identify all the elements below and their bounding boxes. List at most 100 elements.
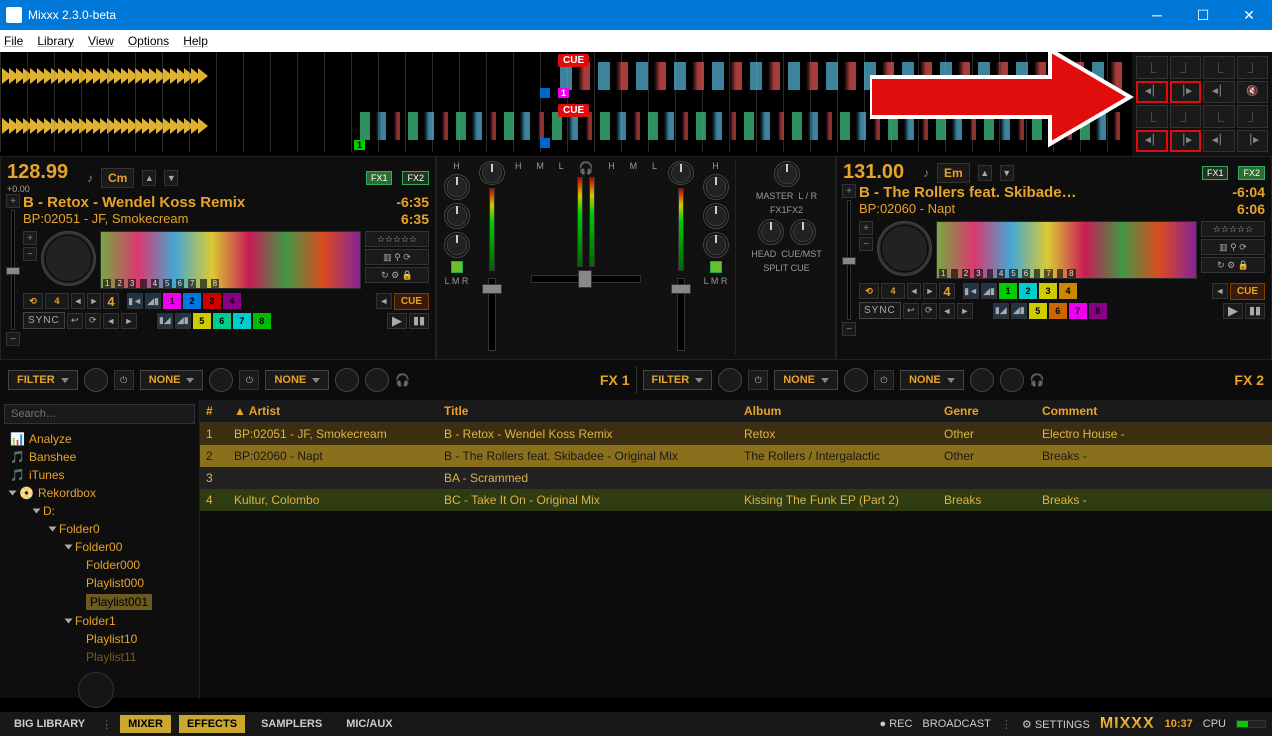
beatjump-btn[interactable]: ⎿ [1203, 56, 1235, 79]
deck-b-bpm[interactable]: 131.00 [843, 161, 915, 184]
gain-2[interactable] [668, 161, 694, 185]
loop-double[interactable]: ► [923, 283, 937, 299]
key-down[interactable]: ▼ [164, 170, 178, 186]
deck-b-key[interactable]: Em [937, 163, 970, 183]
hotcue-3[interactable]: 3 [1039, 283, 1057, 299]
keylock-icon[interactable]: ↻ ⚙ 🔒 [1201, 257, 1265, 273]
broadcast-button[interactable]: BROADCAST [922, 718, 990, 730]
master-gain[interactable] [774, 161, 800, 187]
beatjump-btn[interactable]: ⎿ [1203, 105, 1235, 128]
tree-banshee[interactable]: 🎵 Banshee [6, 448, 193, 466]
deck-b-fx1-assign[interactable]: FX1 [1202, 166, 1229, 180]
hotcue-2[interactable]: 2 [183, 293, 201, 309]
outro-end[interactable]: ◢▮ [1011, 303, 1027, 319]
menu-help[interactable]: Help [183, 34, 208, 48]
library-tree[interactable]: 📊 Analyze 🎵 Banshee 🎵 iTunes 📀 Rekordbox… [0, 428, 199, 668]
star-rating[interactable]: ☆☆☆☆☆ [1201, 221, 1265, 237]
loop-exit[interactable]: ↩ [67, 313, 83, 329]
hotcue-8[interactable]: 8 [253, 313, 271, 329]
hotcue-marker-a1[interactable]: 1 [558, 88, 569, 98]
deck-b-sync-button[interactable]: SYNC [859, 302, 901, 319]
key-up[interactable]: ▲ [142, 170, 156, 186]
beatjump-btn[interactable]: ⏌ [1237, 56, 1269, 79]
fx2-meta-1[interactable] [844, 368, 868, 392]
fx2-enable-1[interactable]: ⏻ [874, 370, 894, 390]
hotcue-7[interactable]: 7 [233, 313, 251, 329]
window-minimize-button[interactable]: ─ [1134, 0, 1180, 30]
deck-b-pause-button[interactable]: ▮▮ [1245, 303, 1265, 319]
intro-start[interactable]: ▮◄ [127, 293, 143, 309]
deck-b-cue-button[interactable]: CUE [1230, 283, 1265, 300]
pitch-up[interactable]: + [6, 194, 20, 208]
deck-a-pitch[interactable]: + − [7, 194, 19, 346]
deck-a-jog[interactable] [41, 231, 96, 286]
intro-start[interactable]: ▮◄ [963, 283, 979, 299]
mute-icon[interactable]: 🔇 [1237, 81, 1269, 104]
tree-folder1[interactable]: Folder1 [6, 612, 193, 630]
beatjump-btn[interactable]: ⏌ [1237, 105, 1269, 128]
eq-high-1[interactable] [444, 174, 470, 200]
hotcue-3[interactable]: 3 [203, 293, 221, 309]
seek-back[interactable]: ◄ [376, 293, 392, 309]
search-input[interactable] [4, 404, 195, 424]
tree-folder00[interactable]: Folder00 [6, 538, 193, 556]
table-row[interactable]: 2BP:02060 - NaptB - The Rollers feat. Sk… [200, 445, 1272, 467]
mixer-toggle[interactable]: MIXER [120, 715, 171, 733]
fx1-quick-effect[interactable]: FILTER [8, 370, 78, 390]
tree-folder000[interactable]: Folder000 [6, 556, 193, 574]
master-fx1[interactable]: FX1 [770, 205, 787, 215]
beatjump-size[interactable]: 4 [939, 283, 955, 299]
key-up[interactable]: ▲ [978, 165, 992, 181]
tree-folder0[interactable]: Folder0 [6, 520, 193, 538]
quantize-icon[interactable]: ▥ ⚲ ⟳ [365, 249, 429, 265]
loop-next[interactable]: ► [121, 313, 137, 329]
loop-prev[interactable]: ◄ [103, 313, 119, 329]
loop-prev[interactable]: ◄ [939, 303, 955, 319]
deck-b-waveform[interactable]: 1 23 456 7 8 [936, 221, 1197, 279]
table-row[interactable]: 3BA - Scrammed [200, 467, 1272, 489]
fx2-enable[interactable]: ⏻ [748, 370, 768, 390]
micaux-toggle[interactable]: MIC/AUX [338, 715, 400, 733]
intro-end[interactable]: ◢▮ [981, 283, 997, 299]
zoom-out[interactable]: − [23, 247, 37, 261]
overview-track-a[interactable]: CUE 1 [0, 52, 1272, 102]
menu-options[interactable]: Options [128, 34, 169, 48]
loop-size[interactable]: 4 [45, 293, 69, 309]
head-gain[interactable] [758, 219, 784, 245]
menu-library[interactable]: Library [37, 34, 74, 48]
preview-deck-jog[interactable] [78, 672, 114, 708]
tree-itunes[interactable]: 🎵 iTunes [6, 466, 193, 484]
loop-size[interactable]: 4 [881, 283, 905, 299]
outro-start[interactable]: ▮◢ [993, 303, 1009, 319]
loop-exit[interactable]: ↩ [903, 303, 919, 319]
eq-low-2[interactable] [703, 232, 729, 258]
big-library-toggle[interactable]: BIG LIBRARY [6, 715, 93, 733]
loop-in-button[interactable]: ⟲ [859, 283, 879, 299]
gain-1[interactable] [479, 161, 505, 185]
fx2-effect-2[interactable]: NONE [900, 370, 964, 390]
key-down[interactable]: ▼ [1000, 165, 1014, 181]
hotcue-7[interactable]: 7 [1069, 303, 1087, 319]
beatjump-fwd-b[interactable]: ▕► [1170, 130, 1202, 153]
star-rating[interactable]: ☆☆☆☆☆ [365, 231, 429, 247]
zoom-out[interactable]: − [859, 237, 873, 251]
beatjump-back-a[interactable]: ◄▏ [1136, 81, 1168, 104]
fx1-meta-2[interactable] [335, 368, 359, 392]
fx1-effect-2[interactable]: NONE [265, 370, 329, 390]
loop-double[interactable]: ► [87, 293, 101, 309]
pitch-up[interactable]: + [842, 184, 856, 198]
pitch-down[interactable]: − [842, 322, 856, 336]
beatjump-btn[interactable]: ◄▏ [1203, 130, 1235, 153]
table-row[interactable]: 4Kultur, ColomboBC - Take It On - Origin… [200, 489, 1272, 511]
tree-playlist000[interactable]: Playlist000 [6, 574, 193, 592]
zoom-in[interactable]: + [23, 231, 37, 245]
seek-back[interactable]: ◄ [1212, 283, 1228, 299]
beatjump-btn[interactable]: ▕► [1237, 130, 1269, 153]
fx2-quick-effect[interactable]: FILTER [643, 370, 713, 390]
samplers-toggle[interactable]: SAMPLERS [253, 715, 330, 733]
tree-analyze[interactable]: 📊 Analyze [6, 430, 193, 448]
loop-in-marker-a[interactable] [540, 88, 550, 98]
head-mix[interactable] [790, 219, 816, 245]
fx2-super-knob[interactable] [718, 368, 742, 392]
loop-half[interactable]: ◄ [907, 283, 921, 299]
